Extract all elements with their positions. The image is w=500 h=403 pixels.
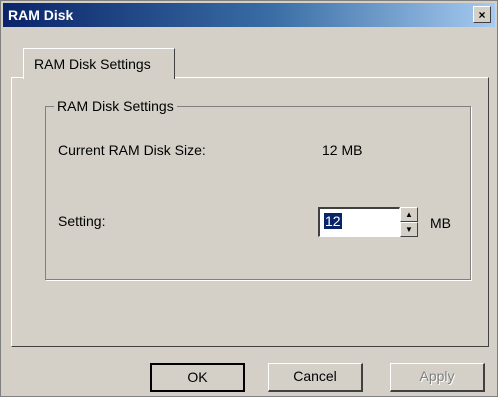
current-size-label: Current RAM Disk Size: [58,142,206,158]
setting-input-value[interactable]: 12 [324,213,342,229]
apply-button[interactable]: Apply [390,363,485,392]
ok-button-label: OK [187,369,208,385]
arrow-up-icon: ▲ [405,210,413,219]
title-bar[interactable]: RAM Disk × [3,3,495,27]
settings-groupbox: RAM Disk Settings Current RAM Disk Size:… [45,98,471,280]
ram-disk-dialog: RAM Disk × RAM Disk Settings RAM Disk Se… [0,0,498,397]
setting-spinner: ▲ ▼ [400,207,418,237]
arrow-down-icon: ▼ [405,225,413,234]
current-size-value: 12 MB [322,142,363,158]
cancel-button-label: Cancel [293,368,337,384]
setting-label: Setting: [58,213,106,229]
tab-panel: RAM Disk Settings Current RAM Disk Size:… [11,77,489,347]
close-button[interactable]: × [473,6,491,23]
close-icon: × [478,8,486,22]
cancel-button[interactable]: Cancel [268,363,363,392]
ok-button[interactable]: OK [150,363,245,392]
apply-button-label: Apply [419,368,455,384]
setting-input[interactable]: 12 [318,207,400,237]
spin-down-button[interactable]: ▼ [400,222,418,237]
tab-ram-disk-settings[interactable]: RAM Disk Settings [23,48,175,79]
spin-up-button[interactable]: ▲ [400,207,418,222]
tab-label: RAM Disk Settings [34,56,151,72]
window-title: RAM Disk [8,7,74,23]
groupbox-title: RAM Disk Settings [54,98,177,114]
setting-unit: MB [430,215,451,231]
